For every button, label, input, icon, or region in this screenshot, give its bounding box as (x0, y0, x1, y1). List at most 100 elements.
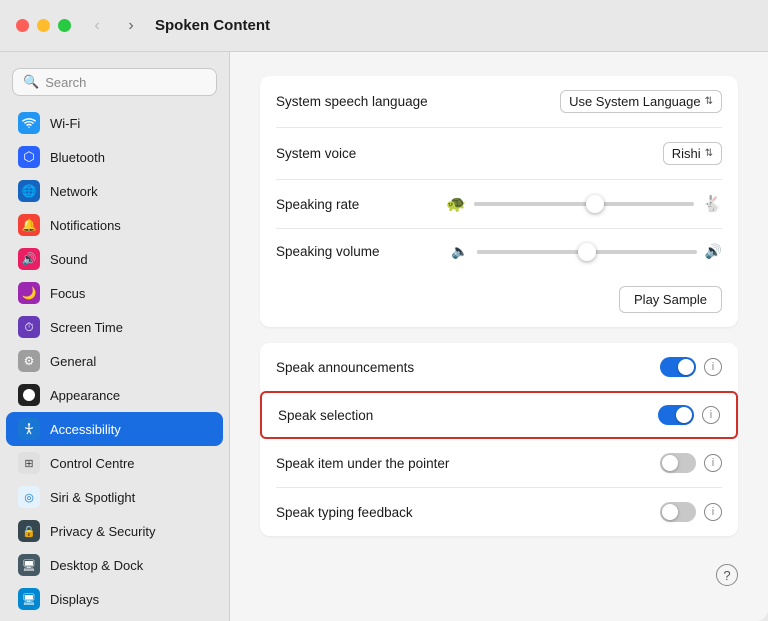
speak-announcements-info-button[interactable]: i (704, 358, 722, 376)
main-content: System speech language Use System Langua… (230, 52, 768, 621)
speak-announcements-toggle-thumb (678, 359, 694, 375)
sidebar-label-focus: Focus (50, 286, 85, 301)
minimize-button[interactable] (37, 19, 50, 32)
sidebar: 🔍 Search Wi-Fi ⬡ Bluetooth 🌐 (0, 52, 230, 621)
speak-typing-feedback-label: Speak typing feedback (276, 505, 413, 520)
sidebar-item-privacy[interactable]: 🔒 Privacy & Security (6, 514, 223, 548)
sidebar-item-network[interactable]: 🌐 Network (6, 174, 223, 208)
system-voice-dropdown[interactable]: Rishi ⇅ (663, 142, 722, 165)
speak-item-pointer-label: Speak item under the pointer (276, 456, 449, 471)
system-speech-language-label: System speech language (276, 94, 428, 109)
speak-item-pointer-controls: i (660, 453, 722, 473)
general-icon: ⚙ (18, 350, 40, 372)
sidebar-item-focus[interactable]: 🌙 Focus (6, 276, 223, 310)
chevron-up-down-icon: ⇅ (705, 96, 713, 107)
sidebar-label-notifications: Notifications (50, 218, 121, 233)
search-icon: 🔍 (23, 74, 39, 90)
sidebar-label-sound: Sound (50, 252, 88, 267)
sidebar-item-accessibility[interactable]: Accessibility (6, 412, 223, 446)
speaking-volume-row: Speaking volume 🔈 🔊 (276, 228, 722, 274)
sound-icon: 🔊 (18, 248, 40, 270)
sidebar-item-bluetooth[interactable]: ⬡ Bluetooth (6, 140, 223, 174)
sidebar-item-general[interactable]: ⚙ General (6, 344, 223, 378)
speak-selection-row: Speak selection i (260, 391, 738, 439)
help-row: ? (260, 552, 738, 586)
speak-announcements-controls: i (660, 357, 722, 377)
speaking-rate-slow-icon: 🐢 (446, 194, 466, 214)
top-settings-group: System speech language Use System Langua… (260, 76, 738, 327)
siri-icon: ◎ (18, 486, 40, 508)
speak-typing-feedback-toggle[interactable] (660, 502, 696, 522)
window: ‹ › Spoken Content 🔍 Search Wi-Fi ⬡ (0, 0, 768, 621)
sidebar-item-controlcentre[interactable]: ⊞ Control Centre (6, 446, 223, 480)
sidebar-label-controlcentre: Control Centre (50, 456, 135, 471)
traffic-lights (16, 19, 71, 32)
speaking-volume-label: Speaking volume (276, 244, 380, 259)
maximize-button[interactable] (58, 19, 71, 32)
help-button[interactable]: ? (716, 564, 738, 586)
sidebar-label-desktop: Desktop & Dock (50, 558, 143, 573)
sidebar-item-wifi[interactable]: Wi-Fi (6, 106, 223, 140)
displays-icon: 🖥 (18, 588, 40, 610)
speak-item-pointer-toggle[interactable] (660, 453, 696, 473)
speak-selection-toggle-thumb (676, 407, 692, 423)
speak-selection-toggle[interactable] (658, 405, 694, 425)
speak-announcements-toggle[interactable] (660, 357, 696, 377)
network-icon: 🌐 (18, 180, 40, 202)
sidebar-label-appearance: Appearance (50, 388, 120, 403)
volume-high-icon: 🔊 (705, 243, 722, 260)
sidebar-label-general: General (50, 354, 96, 369)
sidebar-label-displays: Displays (50, 592, 99, 607)
play-sample-button[interactable]: Play Sample (619, 286, 722, 313)
search-container: 🔍 Search (0, 62, 229, 106)
sidebar-item-screentime[interactable]: ⏱ Screen Time (6, 310, 223, 344)
bottom-settings-group: Speak announcements i Speak selection (260, 343, 738, 536)
system-speech-language-dropdown[interactable]: Use System Language ⇅ (560, 90, 722, 113)
close-button[interactable] (16, 19, 29, 32)
speak-item-pointer-row: Speak item under the pointer i (276, 439, 722, 487)
sidebar-item-sound[interactable]: 🔊 Sound (6, 242, 223, 276)
notifications-icon: 🔔 (18, 214, 40, 236)
speaking-volume-slider-container: 🔈 🔊 (451, 243, 722, 260)
speak-typing-feedback-info-button[interactable]: i (704, 503, 722, 521)
sidebar-label-siri: Siri & Spotlight (50, 490, 135, 505)
volume-low-icon: 🔈 (451, 243, 468, 260)
speak-item-pointer-info-button[interactable]: i (704, 454, 722, 472)
system-speech-language-value: Use System Language ⇅ (560, 90, 722, 113)
system-speech-language-row: System speech language Use System Langua… (276, 76, 722, 127)
controlcentre-icon: ⊞ (18, 452, 40, 474)
speaking-rate-fast-icon: 🐇 (702, 194, 722, 214)
back-button[interactable]: ‹ (83, 15, 111, 37)
nav-buttons: ‹ › (83, 15, 145, 37)
speaking-rate-slider[interactable] (474, 202, 694, 206)
sidebar-item-notifications[interactable]: 🔔 Notifications (6, 208, 223, 242)
sidebar-label-accessibility: Accessibility (50, 422, 121, 437)
appearance-icon (18, 384, 40, 406)
speaking-volume-slider[interactable] (477, 250, 697, 254)
sidebar-item-displays[interactable]: 🖥 Displays (6, 582, 223, 616)
privacy-icon: 🔒 (18, 520, 40, 542)
search-placeholder: Search (45, 75, 86, 90)
titlebar: ‹ › Spoken Content (0, 0, 768, 52)
wifi-icon (18, 112, 40, 134)
play-sample-row: Play Sample (276, 274, 722, 327)
speak-typing-feedback-controls: i (660, 502, 722, 522)
speak-selection-controls: i (658, 405, 720, 425)
speak-selection-info-button[interactable]: i (702, 406, 720, 424)
sidebar-label-screentime: Screen Time (50, 320, 123, 335)
sidebar-item-appearance[interactable]: Appearance (6, 378, 223, 412)
sidebar-item-siri[interactable]: ◎ Siri & Spotlight (6, 480, 223, 514)
speak-item-pointer-toggle-thumb (662, 455, 678, 471)
content-area: 🔍 Search Wi-Fi ⬡ Bluetooth 🌐 (0, 52, 768, 621)
focus-icon: 🌙 (18, 282, 40, 304)
forward-button[interactable]: › (117, 15, 145, 37)
speak-announcements-row: Speak announcements i (276, 343, 722, 391)
search-box[interactable]: 🔍 Search (12, 68, 217, 96)
sidebar-item-desktop[interactable]: 🖥 Desktop & Dock (6, 548, 223, 582)
system-voice-value: Rishi ⇅ (663, 142, 722, 165)
sidebar-item-wallpaper[interactable]: 🖼 Wallpaper (6, 616, 223, 621)
bluetooth-icon: ⬡ (18, 146, 40, 168)
desktop-icon: 🖥 (18, 554, 40, 576)
system-voice-row: System voice Rishi ⇅ (276, 127, 722, 179)
speak-announcements-label: Speak announcements (276, 360, 414, 375)
